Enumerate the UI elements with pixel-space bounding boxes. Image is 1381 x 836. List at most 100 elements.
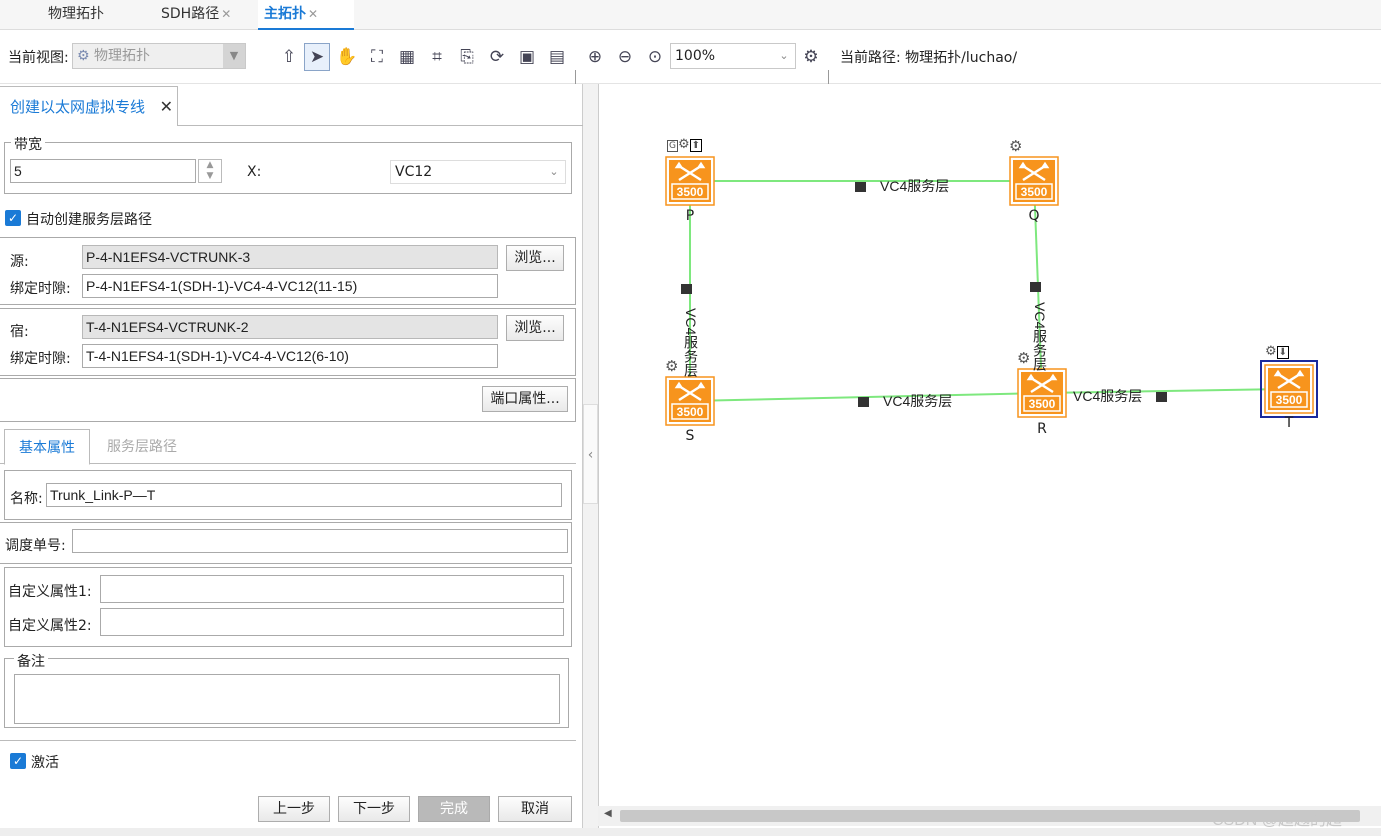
download-icon: ⬇	[1276, 346, 1290, 359]
fit-icon[interactable]: ⌗	[424, 43, 450, 71]
gear-icon: ⚙	[1017, 349, 1031, 367]
link-label-text: VC4服务层	[883, 393, 953, 409]
link-label-text: VC4服务层	[880, 178, 950, 194]
tab-close-icon[interactable]: ✕	[308, 7, 318, 21]
tab-divider	[178, 125, 583, 126]
source-timeslot-label: 绑定时隙:	[10, 281, 71, 297]
node-label-s: S	[685, 428, 695, 444]
dispatch-input[interactable]	[72, 529, 568, 553]
bandwidth-stepper[interactable]: ▲ ▼	[198, 159, 222, 183]
section-divider	[0, 740, 576, 741]
ne-device-icon: 3500	[665, 376, 715, 426]
topology-canvas[interactable]: 3500 P 3500 Q 3500 R 3500 S 3500 T G ⚙ ⬆ ⚙…	[598, 84, 1381, 828]
scroll-left-icon[interactable]: ◀	[604, 808, 612, 819]
gear-icon: ⚙	[677, 137, 690, 152]
unit-select-value: VC12	[395, 164, 433, 180]
svg-text:3500: 3500	[677, 185, 704, 199]
finish-button[interactable]: 完成	[418, 796, 490, 822]
topology-svg	[689, 180, 1290, 402]
source-browse-button[interactable]: 浏览...	[506, 245, 564, 271]
tab-close-icon[interactable]: ✕	[221, 7, 231, 21]
ne-status-icons-p: G ⚙ ⬆	[667, 137, 703, 152]
sink-label: 宿:	[10, 324, 29, 340]
sink-timeslot-input[interactable]: T-4-N1EFS4-1(SDH-1)-VC4-4-VC12(6-10)	[82, 344, 498, 368]
current-view-select[interactable]: ⚙ 物理拓扑 ▼	[72, 43, 246, 69]
auto-create-checkbox[interactable]: ✓	[5, 210, 21, 226]
gear-icon: ⚙	[1265, 344, 1277, 359]
export-icon[interactable]: ⎘	[454, 43, 480, 71]
node-label-p: P	[685, 208, 695, 224]
tab-sdh-path[interactable]: SDH路径 ✕	[155, 0, 237, 30]
link-label-s-r: VC4服务层	[858, 391, 952, 411]
link-label-p-s: VC4服务层	[681, 284, 699, 377]
chevron-down-icon[interactable]: ⌄	[773, 44, 795, 68]
link-icon	[855, 182, 866, 193]
ne-node-s[interactable]: 3500	[665, 376, 715, 426]
node-label-q: Q	[1028, 208, 1040, 224]
next-button[interactable]: 下一步	[338, 796, 410, 822]
bandwidth-input[interactable]: 5	[10, 159, 196, 183]
chevron-down-icon[interactable]: ▼	[223, 44, 245, 68]
ne-node-q[interactable]: 3500	[1009, 156, 1059, 206]
bandwidth-legend: 带宽	[11, 134, 45, 154]
source-value: P-4-N1EFS4-VCTRUNK-3	[82, 245, 498, 269]
binoculars-icon[interactable]: ⛶	[364, 43, 390, 71]
tab-service-layer-path[interactable]: 服务层路径	[94, 429, 190, 465]
node-label-r: R	[1037, 421, 1047, 437]
custom2-input[interactable]	[100, 608, 564, 636]
refresh-icon[interactable]: ⟳	[484, 43, 510, 71]
svg-text:3500: 3500	[1021, 185, 1048, 199]
remark-legend: 备注	[14, 651, 48, 671]
layout-icon[interactable]: ▤	[544, 43, 570, 71]
tab-basic-props[interactable]: 基本属性	[4, 429, 90, 465]
up-arrow-icon[interactable]: ⇧	[276, 43, 302, 71]
port-props-button[interactable]: 端口属性...	[482, 386, 568, 412]
dispatch-label: 调度单号:	[5, 538, 66, 554]
tab-physical-topology[interactable]: 物理拓扑	[42, 0, 110, 30]
close-icon[interactable]: ✕	[160, 87, 173, 127]
panel-splitter[interactable]: ‹	[583, 84, 598, 828]
table-icon[interactable]: ▦	[394, 43, 420, 71]
link-label-text: VC4服务层	[1032, 302, 1048, 372]
ne-node-r[interactable]: 3500	[1017, 368, 1067, 418]
zoom-out-icon[interactable]: ⊖	[612, 43, 638, 71]
remark-textarea[interactable]	[14, 674, 560, 724]
activate-label: 激活	[31, 755, 59, 771]
current-view-label: 当前视图:	[8, 50, 69, 66]
chevron-down-icon[interactable]: ⌄	[543, 161, 565, 183]
pointer-icon[interactable]: ➤	[304, 43, 330, 71]
unit-select[interactable]: VC12 ⌄	[390, 160, 566, 184]
hand-icon[interactable]: ✋	[334, 43, 360, 71]
source-timeslot-input[interactable]: P-4-N1EFS4-1(SDH-1)-VC4-4-VC12(11-15)	[82, 274, 498, 298]
panel-tab[interactable]: 创建以太网虚拟专线 ✕	[0, 86, 178, 126]
settings-icon[interactable]: ⚙	[798, 43, 824, 71]
prev-button[interactable]: 上一步	[258, 796, 330, 822]
source-label: 源:	[10, 254, 29, 270]
chevron-left-icon[interactable]: ‹	[583, 404, 598, 504]
link-label-text: VC4服务层	[1073, 388, 1143, 404]
zoom-value: 100%	[675, 48, 716, 64]
zoom-select[interactable]: 100% ⌄	[670, 43, 796, 69]
upload-icon: ⬆	[689, 139, 703, 152]
gear-icon: ⚙	[665, 357, 679, 375]
ne-device-icon: 3500	[665, 156, 715, 206]
zoom-in-icon[interactable]: ⊕	[582, 43, 608, 71]
save-icon[interactable]: ▣	[514, 43, 540, 71]
sink-browse-button[interactable]: 浏览...	[506, 315, 564, 341]
link-label-text: VC4服务层	[683, 308, 699, 378]
activate-checkbox[interactable]: ✓	[10, 753, 26, 769]
name-input[interactable]: Trunk_Link-P—T	[46, 483, 562, 507]
link-icon	[858, 397, 869, 408]
custom1-input[interactable]	[100, 575, 564, 603]
ne-node-p[interactable]: 3500	[665, 156, 715, 206]
svg-text:3500: 3500	[677, 405, 704, 419]
cancel-button[interactable]: 取消	[498, 796, 572, 822]
status-bar	[0, 828, 1381, 836]
custom1-label: 自定义属性1:	[8, 584, 92, 600]
create-eth-line-panel: 创建以太网虚拟专线 ✕ 带宽 5 ▲ ▼ X: VC12 ⌄ ✓ 自动创建服务层路…	[0, 84, 583, 828]
ne-node-t-selected[interactable]: 3500	[1260, 360, 1318, 418]
ne-status-icons-t: ⚙ ⬇	[1265, 344, 1290, 359]
tab-main-topology[interactable]: 主拓扑 ✕	[258, 0, 354, 30]
zoom-fit-icon[interactable]: ⊙	[642, 43, 668, 71]
name-label: 名称:	[10, 491, 43, 507]
